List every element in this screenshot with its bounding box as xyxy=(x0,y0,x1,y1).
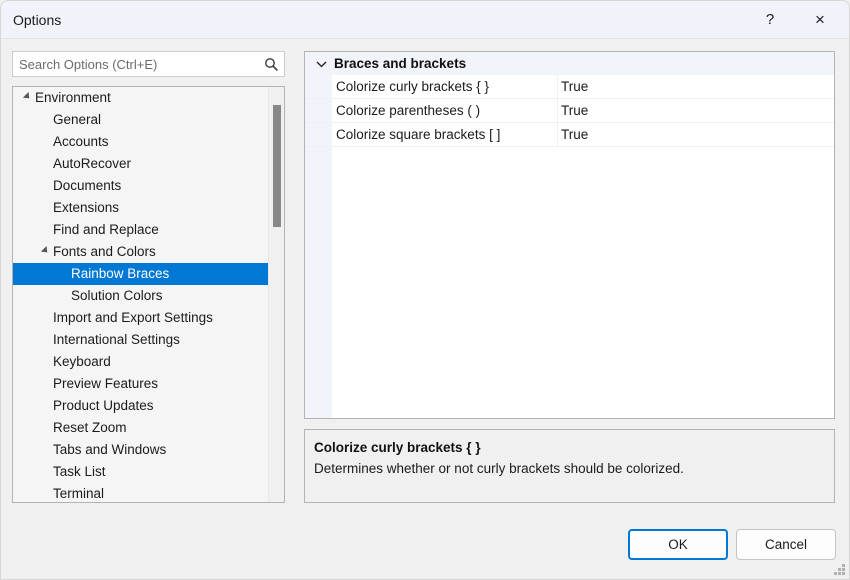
property-column-divider xyxy=(557,123,558,146)
sidebar-item-label: Preview Features xyxy=(53,376,158,391)
property-name: Colorize parentheses ( ) xyxy=(336,99,480,122)
close-button[interactable]: × xyxy=(797,1,843,38)
property-value[interactable]: True xyxy=(561,99,588,122)
property-category-label: Braces and brackets xyxy=(334,52,466,75)
property-category-row[interactable]: Braces and brackets xyxy=(305,52,834,75)
question-mark-icon: ? xyxy=(766,12,774,27)
sidebar-item-label: General xyxy=(53,112,101,127)
sidebar-item-label: Environment xyxy=(35,90,111,105)
sidebar-item-label: Accounts xyxy=(53,134,109,149)
property-value[interactable]: True xyxy=(561,123,588,146)
close-icon: × xyxy=(815,11,825,28)
property-row-gutter xyxy=(305,75,332,99)
options-tree[interactable]: Environment General Accounts AutoRecover Doc… xyxy=(13,87,263,502)
expander-triangle-icon[interactable] xyxy=(39,241,51,263)
description-panel: Colorize curly brackets { } Determines w… xyxy=(304,429,835,503)
sidebar-item-label: AutoRecover xyxy=(53,156,131,171)
sidebar-item-task-list[interactable]: Task List xyxy=(13,461,263,483)
title-bar: Options ? × xyxy=(1,1,850,39)
sidebar-item-general[interactable]: General xyxy=(13,109,263,131)
sidebar-item-label: Rainbow Braces xyxy=(71,266,169,281)
cancel-button[interactable]: Cancel xyxy=(736,529,836,560)
sidebar-item-label: International Settings xyxy=(53,332,180,347)
property-row[interactable]: Colorize square brackets [ ] True xyxy=(305,123,834,147)
sidebar-item-preview-features[interactable]: Preview Features xyxy=(13,373,263,395)
sidebar-item-label: Fonts and Colors xyxy=(53,244,156,259)
ok-button[interactable]: OK xyxy=(628,529,728,560)
sidebar-item-autorecover[interactable]: AutoRecover xyxy=(13,153,263,175)
resize-grip-icon[interactable] xyxy=(832,562,846,576)
sidebar-item-label: Tabs and Windows xyxy=(53,442,166,457)
property-grid[interactable]: Braces and bracketsColorize curly bracke… xyxy=(304,51,835,419)
sidebar-item-label: Import and Export Settings xyxy=(53,310,213,325)
search-input[interactable] xyxy=(13,52,261,76)
window-title: Options xyxy=(13,11,61,29)
sidebar-item-extensions[interactable]: Extensions xyxy=(13,197,263,219)
expander-triangle-icon[interactable] xyxy=(21,87,33,109)
ok-button-label: OK xyxy=(668,537,688,552)
tree-scrollbar-thumb[interactable] xyxy=(273,105,281,227)
property-name: Colorize square brackets [ ] xyxy=(336,123,500,146)
chevron-down-icon[interactable] xyxy=(314,52,328,75)
sidebar-item-label: Reset Zoom xyxy=(53,420,127,435)
sidebar-item-import-and-export-settings[interactable]: Import and Export Settings xyxy=(13,307,263,329)
sidebar-item-product-updates[interactable]: Product Updates xyxy=(13,395,263,417)
sidebar-item-terminal[interactable]: Terminal xyxy=(13,483,263,503)
property-row-gutter xyxy=(305,123,332,147)
property-row[interactable]: Colorize parentheses ( ) True xyxy=(305,99,834,123)
sidebar-item-fonts-and-colors[interactable]: Fonts and Colors xyxy=(13,241,263,263)
tree-scrollbar[interactable] xyxy=(268,87,284,502)
cancel-button-label: Cancel xyxy=(765,537,807,552)
sidebar-item-international-settings[interactable]: International Settings xyxy=(13,329,263,351)
sidebar-item-rainbow-braces[interactable]: Rainbow Braces xyxy=(13,263,285,285)
sidebar-item-tabs-and-windows[interactable]: Tabs and Windows xyxy=(13,439,263,461)
sidebar-item-label: Keyboard xyxy=(53,354,111,369)
sidebar-item-label: Terminal xyxy=(53,486,104,501)
options-tree-panel: Environment General Accounts AutoRecover Doc… xyxy=(12,86,285,503)
property-value[interactable]: True xyxy=(561,75,588,98)
sidebar-item-accounts[interactable]: Accounts xyxy=(13,131,263,153)
description-title: Colorize curly brackets { } xyxy=(314,438,825,457)
search-box[interactable] xyxy=(12,51,285,77)
sidebar-item-solution-colors[interactable]: Solution Colors xyxy=(13,285,263,307)
search-icon[interactable] xyxy=(261,54,281,74)
sidebar-item-find-and-replace[interactable]: Find and Replace xyxy=(13,219,263,241)
sidebar-item-environment[interactable]: Environment xyxy=(13,87,263,109)
sidebar-item-label: Solution Colors xyxy=(71,288,163,303)
property-column-divider xyxy=(557,75,558,98)
property-grid-rows: Braces and bracketsColorize curly bracke… xyxy=(305,52,834,147)
sidebar-item-label: Extensions xyxy=(53,200,119,215)
property-column-divider xyxy=(557,99,558,122)
description-text: Determines whether or not curly brackets… xyxy=(314,459,825,478)
property-row[interactable]: Colorize curly brackets { } True xyxy=(305,75,834,99)
options-dialog: Options ? × Environment General Accounts Au… xyxy=(0,0,850,580)
sidebar-item-label: Product Updates xyxy=(53,398,154,413)
sidebar-item-keyboard[interactable]: Keyboard xyxy=(13,351,263,373)
sidebar-item-label: Find and Replace xyxy=(53,222,159,237)
property-name: Colorize curly brackets { } xyxy=(336,75,489,98)
help-button[interactable]: ? xyxy=(747,1,793,38)
sidebar-item-label: Task List xyxy=(53,464,106,479)
property-row-gutter xyxy=(305,99,332,123)
sidebar-item-reset-zoom[interactable]: Reset Zoom xyxy=(13,417,263,439)
sidebar-item-documents[interactable]: Documents xyxy=(13,175,263,197)
sidebar-item-label: Documents xyxy=(53,178,121,193)
